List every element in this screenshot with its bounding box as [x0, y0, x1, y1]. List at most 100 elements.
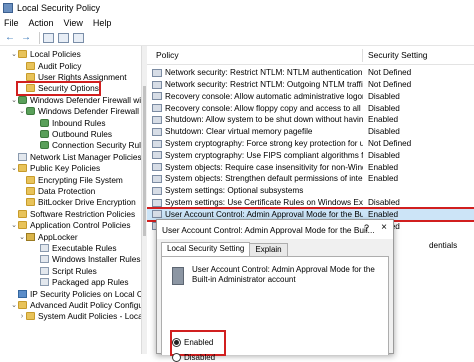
back-arrow-icon[interactable]: ←: [4, 32, 16, 44]
policy-row[interactable]: Recovery console: Allow floppy copy and …: [146, 102, 474, 114]
tree-item-label: AppLocker: [38, 231, 78, 242]
export-list-icon[interactable]: [73, 32, 84, 43]
expand-toggle-icon[interactable]: ›: [18, 313, 26, 320]
tab-explain[interactable]: Explain: [249, 243, 288, 256]
header-divider[interactable]: [362, 49, 363, 62]
tree-item[interactable]: BitLocker Drive Encryption: [18, 197, 136, 208]
tree-item[interactable]: ⌄ Windows Defender Firewall wit: [18, 106, 141, 117]
close-button[interactable]: ×: [381, 222, 387, 233]
tree-item-label: Application Control Policies: [30, 220, 131, 231]
tree-item[interactable]: Packaged app Rules: [32, 277, 129, 288]
tree-item[interactable]: Security Options: [16, 81, 101, 96]
tree-item[interactable]: ⌄ Local Policies: [10, 49, 81, 60]
tab-local-security-setting[interactable]: Local Security Setting: [161, 242, 251, 256]
doc-icon: [40, 266, 49, 275]
radio-enabled-row[interactable]: Enabled: [172, 338, 213, 347]
tree-item[interactable]: Data Protection: [18, 186, 95, 197]
tree-item[interactable]: Network List Manager Policies: [10, 152, 141, 163]
tree-item-label: Connection Security Rules: [52, 140, 142, 151]
properties-icon[interactable]: [58, 32, 69, 43]
policy-name: System settings: Optional subsystems: [165, 186, 304, 196]
tree-item[interactable]: Audit Policy: [18, 60, 81, 71]
radio-selected-dot-icon: [174, 340, 179, 345]
security-setting-value: Enabled: [368, 162, 399, 172]
policy-row[interactable]: Recovery console: Allow automatic admini…: [146, 91, 474, 103]
policy-server-icon: [172, 267, 184, 285]
policy-setting-icon: [152, 92, 162, 101]
policy-row[interactable]: Shutdown: Allow system to be shut down w…: [146, 114, 474, 126]
tree-item[interactable]: Script Rules: [32, 266, 97, 277]
policy-name: System objects: Require case insensitivi…: [165, 162, 363, 172]
menu-file[interactable]: File: [4, 18, 19, 28]
policy-setting-icon: [152, 174, 162, 183]
enabled-radio[interactable]: [172, 338, 181, 347]
title-bar: Local Security Policy: [0, 0, 474, 15]
tree-item[interactable]: ⌄ AppLocker: [18, 231, 78, 242]
expand-toggle-icon[interactable]: ⌄: [18, 233, 26, 241]
help-button[interactable]: ?: [364, 223, 369, 233]
expand-toggle-icon[interactable]: ⌄: [10, 50, 18, 58]
security-setting-value: Enabled: [368, 209, 399, 219]
tree-item[interactable]: ⌄ Application Control Policies: [10, 220, 131, 231]
tree-item[interactable]: ⌄ Advanced Audit Policy Configurat: [10, 300, 141, 311]
disabled-radio[interactable]: [172, 353, 181, 362]
dialog-title-text: User Account Control: Admin Approval Mod…: [162, 224, 375, 235]
folder-icon: [26, 187, 35, 196]
security-setting-value: Not Defined: [368, 80, 412, 90]
tree-item[interactable]: ⌄ Public Key Policies: [10, 163, 100, 174]
tree-item[interactable]: Inbound Rules: [32, 117, 106, 128]
radio-disabled-row[interactable]: Disabled: [172, 353, 215, 362]
security-setting-value: Enabled: [368, 174, 399, 184]
security-setting-value: Not Defined: [368, 139, 412, 149]
folder-icon: [26, 61, 35, 70]
policy-name: System cryptography: Use FIPS compliant …: [165, 150, 363, 160]
menu-view[interactable]: View: [64, 18, 83, 28]
expand-toggle-icon[interactable]: ⌄: [10, 221, 18, 229]
expand-toggle-icon[interactable]: ⌄: [10, 96, 18, 104]
disabled-label[interactable]: Disabled: [184, 353, 215, 362]
tree-item[interactable]: ⌄ Windows Defender Firewall with A: [10, 95, 141, 106]
policy-setting-icon: [152, 210, 162, 219]
shield-icon: [40, 118, 49, 127]
tree-scrollbar-thumb[interactable]: [143, 86, 146, 236]
security-setting-value: Not Defined: [368, 68, 412, 78]
policy-row[interactable]: System settings: Use Certificate Rules o…: [146, 197, 474, 209]
policy-tree: ⌄ Local Policies Audit Policy User Rights A…: [0, 46, 142, 354]
tree-item[interactable]: Connection Security Rules: [32, 140, 142, 151]
shield-icon: [40, 130, 49, 139]
policy-row[interactable]: Network security: Restrict NTLM: Outgoin…: [146, 79, 474, 91]
show-hide-tree-icon[interactable]: [43, 32, 54, 43]
policy-name: System cryptography: Force strong key pr…: [165, 139, 363, 149]
tree-item[interactable]: IP Security Policies on Local C: [10, 288, 141, 299]
column-header-policy[interactable]: Policy: [156, 50, 179, 60]
forward-arrow-icon[interactable]: →: [20, 32, 32, 44]
enabled-label[interactable]: Enabled: [184, 338, 213, 347]
policy-row[interactable]: System objects: Require case insensitivi…: [146, 161, 474, 173]
policy-name: Shutdown: Allow system to be shut down w…: [165, 115, 363, 125]
policy-row[interactable]: System cryptography: Use FIPS compliant …: [146, 150, 474, 162]
doc-icon: [40, 255, 49, 264]
tree-item[interactable]: Encrypting File System: [18, 174, 123, 185]
tree-item[interactable]: Outbound Rules: [32, 129, 112, 140]
tree-item[interactable]: Windows Installer Rules: [32, 254, 141, 265]
expand-toggle-icon[interactable]: ⌄: [10, 164, 18, 172]
tree-item[interactable]: Software Restriction Policies: [10, 209, 135, 220]
tree-scrollbar[interactable]: [142, 46, 147, 354]
menu-action[interactable]: Action: [29, 18, 54, 28]
tree-item[interactable]: User Rights Assignment: [18, 72, 127, 83]
policy-row[interactable]: System cryptography: Force strong key pr…: [146, 138, 474, 150]
column-header-security-setting[interactable]: Security Setting: [368, 50, 428, 60]
menu-help[interactable]: Help: [93, 18, 112, 28]
policy-row[interactable]: Shutdown: Clear virtual memory pagefile D…: [146, 126, 474, 138]
policy-row[interactable]: System objects: Strengthen default permi…: [146, 173, 474, 185]
security-setting-value: Enabled: [368, 115, 399, 125]
expand-toggle-icon[interactable]: ⌄: [10, 301, 18, 309]
policy-row[interactable]: System settings: Optional subsystems: [146, 185, 474, 197]
tree-item[interactable]: › System Audit Policies - Local C: [18, 311, 141, 322]
policy-row[interactable]: Network security: Restrict NTLM: NTLM au…: [146, 67, 474, 79]
tree-item[interactable]: Executable Rules: [32, 243, 117, 254]
toolbar: ← →: [0, 30, 474, 46]
security-setting-value: Disabled: [368, 150, 400, 160]
expand-toggle-icon[interactable]: ⌄: [18, 107, 26, 115]
dialog-title: User Account Control: Admin Approval Mod…: [157, 220, 393, 239]
